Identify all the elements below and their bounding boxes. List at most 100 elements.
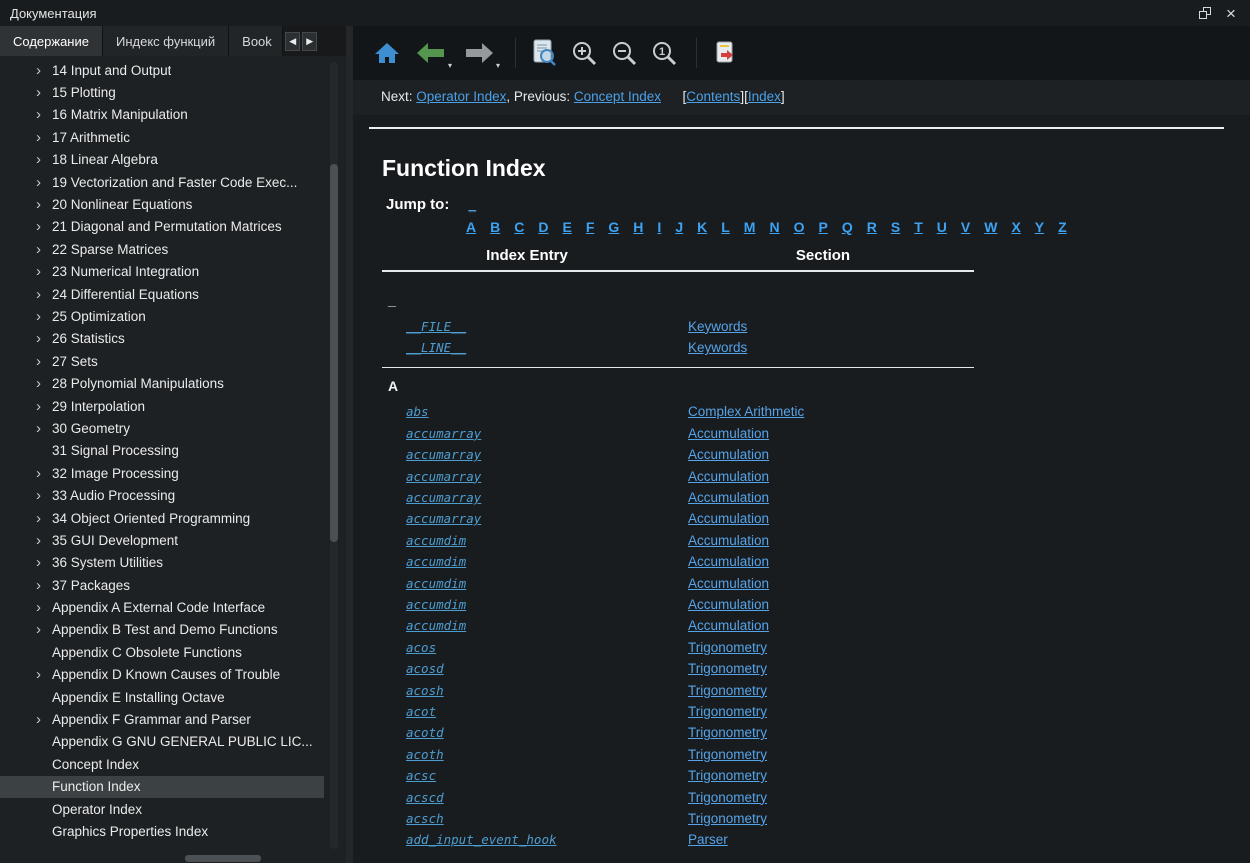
- tree-item[interactable]: ›17 Arithmetic: [0, 126, 324, 148]
- jump-letter-link[interactable]: K: [697, 219, 707, 235]
- section-link[interactable]: Trigonometry: [688, 683, 767, 698]
- tree-item[interactable]: Concept Index: [0, 753, 324, 775]
- tree-item[interactable]: ›Appendix F Grammar and Parser: [0, 708, 324, 730]
- jump-letter-link[interactable]: E: [563, 219, 572, 235]
- tree-item[interactable]: ›19 Vectorization and Faster Code Exec..…: [0, 171, 324, 193]
- chevron-right-icon[interactable]: ›: [30, 555, 52, 570]
- tree-vertical-scrollbar[interactable]: [330, 62, 338, 849]
- tree-item[interactable]: Appendix C Obsolete Functions: [0, 641, 324, 663]
- jump-letter-link[interactable]: P: [818, 219, 827, 235]
- chevron-right-icon[interactable]: ›: [30, 622, 52, 637]
- chevron-right-icon[interactable]: ›: [30, 600, 52, 615]
- jump-letter-link[interactable]: J: [675, 219, 683, 235]
- section-link[interactable]: Trigonometry: [688, 811, 767, 826]
- entry-link[interactable]: add_input_event_hook: [406, 832, 557, 847]
- tab-bookmarks[interactable]: Book: [229, 26, 283, 56]
- section-link[interactable]: Accumulation: [688, 490, 769, 505]
- section-link[interactable]: Trigonometry: [688, 640, 767, 655]
- chevron-right-icon[interactable]: ›: [30, 376, 52, 391]
- jump-letter-link[interactable]: R: [867, 219, 877, 235]
- section-link[interactable]: Trigonometry: [688, 747, 767, 762]
- chevron-right-icon[interactable]: ›: [30, 533, 52, 548]
- chevron-right-icon[interactable]: ›: [30, 466, 52, 481]
- chevron-right-icon[interactable]: ›: [30, 264, 52, 279]
- chevron-right-icon[interactable]: ›: [30, 242, 52, 257]
- entry-link[interactable]: acsc: [406, 768, 436, 783]
- jump-underscore-link[interactable]: _: [468, 198, 476, 213]
- entry-link[interactable]: accumarray: [406, 490, 481, 505]
- jump-letter-link[interactable]: Y: [1035, 219, 1044, 235]
- entry-link[interactable]: accumarray: [406, 447, 481, 462]
- tree-item[interactable]: Function Index: [0, 776, 324, 798]
- chevron-right-icon[interactable]: ›: [30, 399, 52, 414]
- tree-item[interactable]: ›25 Optimization: [0, 305, 324, 327]
- jump-letter-link[interactable]: N: [769, 219, 779, 235]
- forward-button[interactable]: ▾: [457, 33, 501, 73]
- chevron-right-icon[interactable]: ›: [30, 63, 52, 78]
- section-link[interactable]: Trigonometry: [688, 725, 767, 740]
- jump-letter-link[interactable]: L: [721, 219, 730, 235]
- entry-link[interactable]: accumarray: [406, 426, 481, 441]
- section-link[interactable]: Accumulation: [688, 426, 769, 441]
- tab-scroll-right-button[interactable]: ▶: [302, 32, 317, 51]
- tree-item[interactable]: ›16 Matrix Manipulation: [0, 104, 324, 126]
- tree-vertical-scrollbar-thumb[interactable]: [330, 164, 338, 542]
- jump-letter-link[interactable]: O: [794, 219, 805, 235]
- tree-item[interactable]: ›27 Sets: [0, 350, 324, 372]
- jump-letter-link[interactable]: C: [514, 219, 524, 235]
- close-button[interactable]: ×: [1218, 2, 1244, 24]
- tree-item[interactable]: ›22 Sparse Matrices: [0, 238, 324, 260]
- section-link[interactable]: Trigonometry: [688, 661, 767, 676]
- chevron-right-icon[interactable]: ›: [30, 175, 52, 190]
- section-link[interactable]: Trigonometry: [688, 790, 767, 805]
- tree-item[interactable]: ›18 Linear Algebra: [0, 149, 324, 171]
- home-button[interactable]: [369, 33, 405, 73]
- jump-letter-link[interactable]: I: [657, 219, 661, 235]
- jump-letter-link[interactable]: W: [984, 219, 997, 235]
- tree-item[interactable]: Operator Index: [0, 798, 324, 820]
- section-link[interactable]: Complex Arithmetic: [688, 404, 804, 419]
- entry-link[interactable]: accumdim: [406, 533, 466, 548]
- tree-item[interactable]: ›Appendix A External Code Interface: [0, 596, 324, 618]
- jump-letter-link[interactable]: D: [538, 219, 548, 235]
- tree-item[interactable]: ›Appendix B Test and Demo Functions: [0, 619, 324, 641]
- entry-link[interactable]: acosd: [406, 661, 444, 676]
- nav-index-link[interactable]: Index: [748, 89, 781, 104]
- tree-item[interactable]: ›15 Plotting: [0, 81, 324, 103]
- search-button[interactable]: [526, 33, 562, 73]
- section-link[interactable]: Accumulation: [688, 554, 769, 569]
- chevron-right-icon[interactable]: ›: [30, 152, 52, 167]
- section-link[interactable]: Accumulation: [688, 597, 769, 612]
- export-button[interactable]: [707, 33, 743, 73]
- chevron-right-icon[interactable]: ›: [30, 309, 52, 324]
- nav-next-link[interactable]: Operator Index: [416, 89, 506, 104]
- chevron-right-icon[interactable]: ›: [30, 130, 52, 145]
- jump-letter-link[interactable]: T: [914, 219, 923, 235]
- zoom-out-button[interactable]: [606, 33, 642, 73]
- tab-function-index[interactable]: Индекс функций: [103, 26, 229, 56]
- entry-link[interactable]: accumarray: [406, 469, 481, 484]
- section-link[interactable]: Accumulation: [688, 533, 769, 548]
- tree-item[interactable]: ›20 Nonlinear Equations: [0, 193, 324, 215]
- tree-item[interactable]: ›28 Polynomial Manipulations: [0, 372, 324, 394]
- chevron-right-icon[interactable]: ›: [30, 197, 52, 212]
- entry-link[interactable]: accumdim: [406, 597, 466, 612]
- splitter-handle[interactable]: [346, 26, 353, 863]
- chevron-right-icon[interactable]: ›: [30, 354, 52, 369]
- tree-horizontal-scrollbar-thumb[interactable]: [185, 855, 261, 862]
- chevron-right-icon[interactable]: ›: [30, 667, 52, 682]
- chevron-right-icon[interactable]: ›: [30, 331, 52, 346]
- tree-item[interactable]: Graphics Properties Index: [0, 820, 324, 842]
- entry-link[interactable]: acot: [406, 704, 436, 719]
- tree-item[interactable]: ›30 Geometry: [0, 417, 324, 439]
- jump-letter-link[interactable]: H: [633, 219, 643, 235]
- section-link[interactable]: Trigonometry: [688, 704, 767, 719]
- jump-letter-link[interactable]: Q: [842, 219, 853, 235]
- entry-link[interactable]: acos: [406, 640, 436, 655]
- section-link[interactable]: Accumulation: [688, 576, 769, 591]
- tree-item[interactable]: ›24 Differential Equations: [0, 283, 324, 305]
- entry-link[interactable]: acsch: [406, 811, 444, 826]
- jump-letter-link[interactable]: S: [891, 219, 900, 235]
- tree-item[interactable]: ›33 Audio Processing: [0, 484, 324, 506]
- tree-item[interactable]: ›29 Interpolation: [0, 395, 324, 417]
